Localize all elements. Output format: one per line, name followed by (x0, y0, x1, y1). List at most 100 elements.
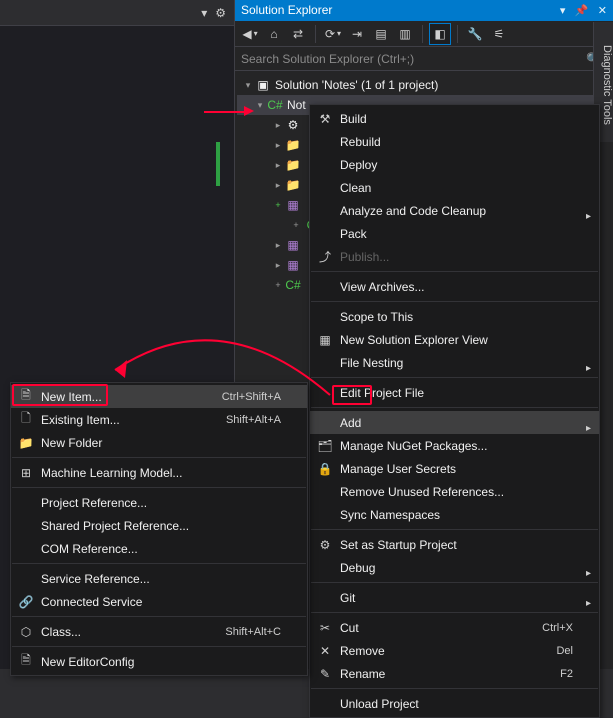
xaml-icon: ▦ (285, 257, 301, 273)
menu-view-archives[interactable]: View Archives... (310, 275, 599, 298)
build-icon: ⚒ (316, 112, 334, 126)
menu-ml-model[interactable]: ⊞Machine Learning Model... (11, 461, 307, 484)
menu-separator (311, 271, 598, 272)
editor-toolbar: ▾ ⚙ (0, 0, 234, 26)
menu-separator (311, 582, 598, 583)
menu-separator (311, 688, 598, 689)
menu-service-reference[interactable]: Service Reference... (11, 567, 307, 590)
menu-unload-project[interactable]: Unload Project (310, 692, 599, 715)
solution-explorer-toolbar: ◀ ⌂ ⇄ ⟳ ⇥ ▤ ▥ ◧ 🔧 ⚟ (235, 21, 613, 47)
pin-icon[interactable]: 📌 (575, 5, 589, 17)
add-submenu: 🗎New Item...Ctrl+Shift+A 🗋Existing Item.… (10, 382, 308, 676)
expand-icon[interactable]: ▾ (243, 80, 253, 91)
track-active-icon[interactable]: ◧ (429, 23, 451, 45)
menu-startup-project[interactable]: ⚙Set as Startup Project (310, 533, 599, 556)
menu-project-reference[interactable]: Project Reference... (11, 491, 307, 514)
cut-icon: ✂ (316, 621, 334, 635)
project-label: Not (287, 98, 306, 112)
menu-nuget[interactable]: 🗂Manage NuGet Packages... (310, 434, 599, 457)
arrow-head-icon (244, 106, 254, 116)
menu-existing-item[interactable]: 🗋Existing Item...Shift+Alt+A (11, 408, 307, 431)
menu-shared-project-reference[interactable]: Shared Project Reference... (11, 514, 307, 537)
menu-separator (12, 646, 306, 647)
menu-new-editorconfig[interactable]: 🗎New EditorConfig (11, 650, 307, 673)
csharp-icon: C# (285, 277, 301, 293)
project-context-menu: ⚒Build Rebuild Deploy Clean Analyze and … (309, 104, 600, 718)
gear-icon[interactable]: ⚙ (215, 6, 226, 20)
xaml-icon: ▦ (285, 197, 301, 213)
publish-icon: ⤴ (316, 248, 334, 265)
menu-rebuild[interactable]: Rebuild (310, 130, 599, 153)
menu-remove[interactable]: ✕RemoveDel (310, 639, 599, 662)
collapse-all-icon[interactable]: ⇥ (346, 23, 368, 45)
existing-item-icon: 🗋 (17, 409, 35, 430)
new-item-icon: 🗎 (17, 386, 35, 407)
menu-new-item[interactable]: 🗎New Item...Ctrl+Shift+A (11, 385, 307, 408)
menu-com-reference[interactable]: COM Reference... (11, 537, 307, 560)
menu-new-folder[interactable]: 📁New Folder (11, 431, 307, 454)
menu-separator (311, 301, 598, 302)
menu-sync-namespaces[interactable]: Sync Namespaces (310, 503, 599, 526)
menu-clean[interactable]: Clean (310, 176, 599, 199)
xaml-icon: ▦ (285, 237, 301, 253)
nuget-icon: 🗂 (316, 439, 334, 453)
solution-explorer-titlebar: Solution Explorer ▾ 📌 ✕ (235, 0, 613, 21)
menu-pack[interactable]: Pack (310, 222, 599, 245)
dependencies-icon: ⚙ (285, 117, 301, 133)
sync-icon[interactable]: ⟳ (322, 23, 344, 45)
solution-icon: ▣ (255, 77, 271, 93)
menu-edit-project-file[interactable]: Edit Project File (310, 381, 599, 404)
arrow-line (204, 111, 244, 113)
window-dropdown-icon[interactable]: ▾ (560, 5, 566, 17)
menu-publish: ⤴Publish... (310, 245, 599, 268)
search-input[interactable] (241, 52, 580, 66)
solution-node[interactable]: ▾ ▣ Solution 'Notes' (1 of 1 project) (237, 75, 611, 95)
menu-connected-service[interactable]: 🔗Connected Service (11, 590, 307, 613)
startup-icon: ⚙ (316, 538, 334, 552)
menu-separator (311, 407, 598, 408)
solution-label: Solution 'Notes' (1 of 1 project) (275, 78, 438, 92)
menu-separator (12, 616, 306, 617)
menu-cut[interactable]: ✂CutCtrl+X (310, 616, 599, 639)
csharp-project-icon: C# (267, 97, 283, 113)
folder-icon: 📁 (285, 137, 301, 153)
solution-explorer-search[interactable]: 🔍▾ (235, 47, 613, 71)
folder-icon: 📁 (285, 157, 301, 173)
menu-debug[interactable]: Debug (310, 556, 599, 579)
menu-separator (311, 529, 598, 530)
menu-build[interactable]: ⚒Build (310, 107, 599, 130)
solution-explorer-title: Solution Explorer (241, 0, 554, 21)
menu-new-se-view[interactable]: ▦New Solution Explorer View (310, 328, 599, 351)
menu-class[interactable]: ⬡Class...Shift+Alt+C (11, 620, 307, 643)
connected-service-icon: 🔗 (17, 595, 35, 609)
menu-separator (311, 377, 598, 378)
menu-add[interactable]: Add (310, 411, 599, 434)
gutter-change-marker (216, 142, 220, 186)
lock-icon: 🔒 (316, 462, 334, 476)
menu-separator (12, 563, 306, 564)
expand-icon[interactable]: ▾ (255, 100, 265, 111)
menu-file-nesting[interactable]: File Nesting (310, 351, 599, 374)
folder-icon: 📁 (285, 177, 301, 193)
view-icon[interactable]: ⚟ (488, 23, 510, 45)
switch-views-icon[interactable]: ⇄ (287, 23, 309, 45)
back-button[interactable]: ◀ (239, 23, 261, 45)
home-icon[interactable]: ⌂ (263, 23, 285, 45)
menu-analyze[interactable]: Analyze and Code Cleanup (310, 199, 599, 222)
menu-rename[interactable]: ✎RenameF2 (310, 662, 599, 685)
dropdown-icon[interactable]: ▾ (201, 6, 207, 20)
show-all-files-icon[interactable]: ▤ (370, 23, 392, 45)
menu-deploy[interactable]: Deploy (310, 153, 599, 176)
properties-icon[interactable]: 🔧 (464, 23, 486, 45)
menu-remove-refs[interactable]: Remove Unused References... (310, 480, 599, 503)
menu-separator (311, 612, 598, 613)
menu-separator (12, 487, 306, 488)
menu-user-secrets[interactable]: 🔒Manage User Secrets (310, 457, 599, 480)
ml-icon: ⊞ (17, 466, 35, 480)
remove-icon: ✕ (316, 644, 334, 658)
class-icon: ⬡ (17, 625, 35, 639)
close-icon[interactable]: ✕ (598, 5, 607, 17)
preview-icon[interactable]: ▥ (394, 23, 416, 45)
menu-git[interactable]: Git (310, 586, 599, 609)
menu-scope-to-this[interactable]: Scope to This (310, 305, 599, 328)
